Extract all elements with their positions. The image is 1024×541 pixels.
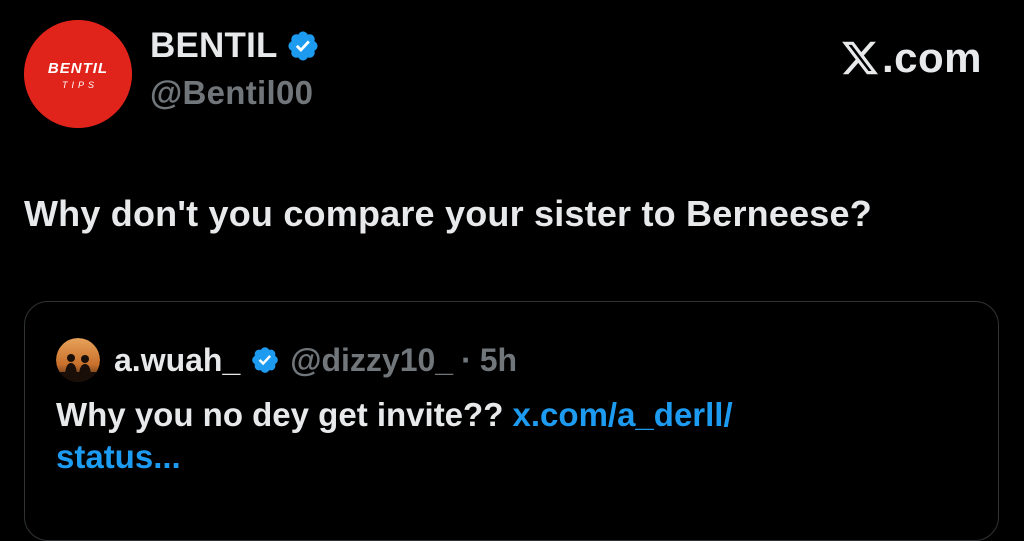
quoted-tweet-body: Why you no dey get invite?? x.com/a_derl…: [56, 394, 956, 478]
x-logo-icon: [840, 38, 880, 78]
link-text-line1: x.com/a_derll/: [512, 396, 733, 433]
author-name-row: BENTIL: [150, 22, 320, 70]
separator-dot: ·: [461, 341, 472, 378]
verified-badge-icon: [286, 29, 320, 63]
silhouette-avatar-icon[interactable]: [56, 338, 100, 382]
svg-text:TIPS: TIPS: [62, 80, 98, 90]
author-display-name[interactable]: BENTIL: [150, 26, 278, 66]
author-avatar[interactable]: BENTIL TIPS: [24, 20, 132, 128]
quoted-body-text: Why you no dey get invite??: [56, 396, 504, 433]
tweet-text: Why don't you compare your sister to Ber…: [24, 193, 872, 234]
avatar-logo: BENTIL TIPS: [24, 20, 132, 128]
quoted-tweet-header: a.wuah_ @dizzy10_ · 5h: [56, 338, 517, 382]
quoted-timestamp[interactable]: 5h: [480, 342, 517, 379]
quoted-handle[interactable]: @dizzy10_: [290, 342, 453, 379]
verified-badge-icon: [250, 345, 280, 375]
author-info: BENTIL @Bentil00: [150, 22, 320, 112]
quoted-display-name[interactable]: a.wuah_: [114, 342, 240, 379]
svg-text:BENTIL: BENTIL: [48, 60, 108, 77]
author-handle[interactable]: @Bentil00: [150, 74, 320, 112]
x-com-brand: .com: [840, 34, 982, 82]
link-text-line2: status...: [56, 438, 181, 475]
quoted-tweet-card[interactable]: a.wuah_ @dizzy10_ · 5h Why you no dey ge…: [24, 301, 999, 541]
brand-text: .com: [881, 34, 982, 81]
